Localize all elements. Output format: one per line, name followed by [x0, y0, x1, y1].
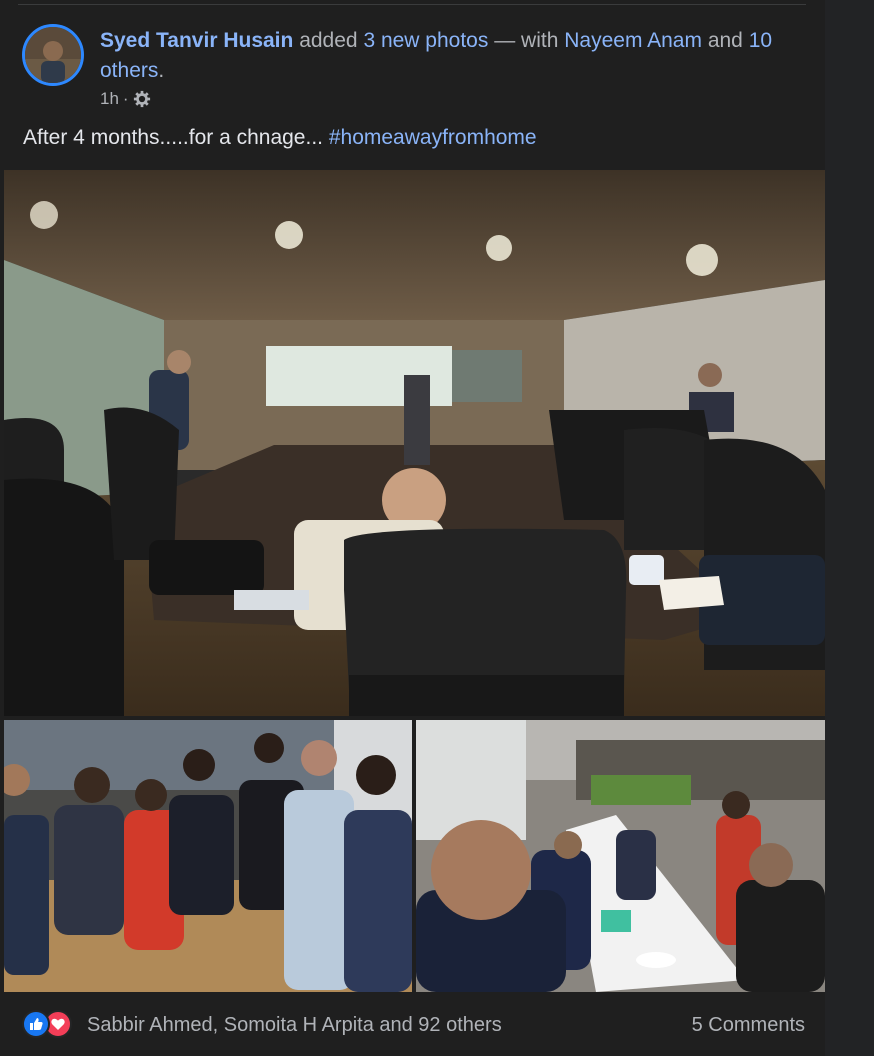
divider	[18, 4, 806, 5]
reaction-names-link[interactable]: Sabbir Ahmed, Somoita H Arpita and 92 ot…	[87, 1014, 502, 1037]
photos-link[interactable]: 3 new photos	[363, 29, 488, 52]
with-text: — with	[494, 29, 559, 52]
post-meta: 1h ·	[100, 89, 151, 109]
post-caption: After 4 months.....for a chnage... #home…	[23, 126, 537, 150]
and-text: and	[707, 29, 743, 52]
photo-lunch-table[interactable]	[416, 720, 825, 992]
gear-icon[interactable]	[133, 90, 151, 108]
action-text: added	[299, 29, 358, 52]
like-icon	[22, 1010, 50, 1038]
tagged-person-link[interactable]: Nayeem Anam	[564, 29, 702, 52]
photo-meeting-room[interactable]	[4, 170, 825, 716]
author-name-link[interactable]: Syed Tanvir Husain	[100, 29, 293, 52]
meta-separator: ·	[122, 89, 129, 108]
post-header: Syed Tanvir Husain added 3 new photos — …	[100, 26, 800, 86]
feed-post: Syed Tanvir Husain added 3 new photos — …	[0, 0, 825, 1056]
period-text: .	[158, 59, 165, 82]
post-footer: Sabbir Ahmed, Somoita H Arpita and 92 ot…	[0, 996, 825, 1056]
reaction-icons[interactable]	[22, 1010, 72, 1038]
avatar-photo	[25, 27, 81, 83]
page-gutter	[825, 0, 874, 1056]
hashtag-link[interactable]: #homeawayfromhome	[329, 126, 537, 149]
timestamp-link[interactable]: 1h	[100, 89, 119, 109]
caption-text: After 4 months.....for a chnage...	[23, 126, 323, 149]
author-avatar[interactable]	[22, 24, 84, 86]
comments-count-link[interactable]: 5 Comments	[692, 1014, 805, 1037]
photo-group-standing[interactable]	[4, 720, 412, 992]
